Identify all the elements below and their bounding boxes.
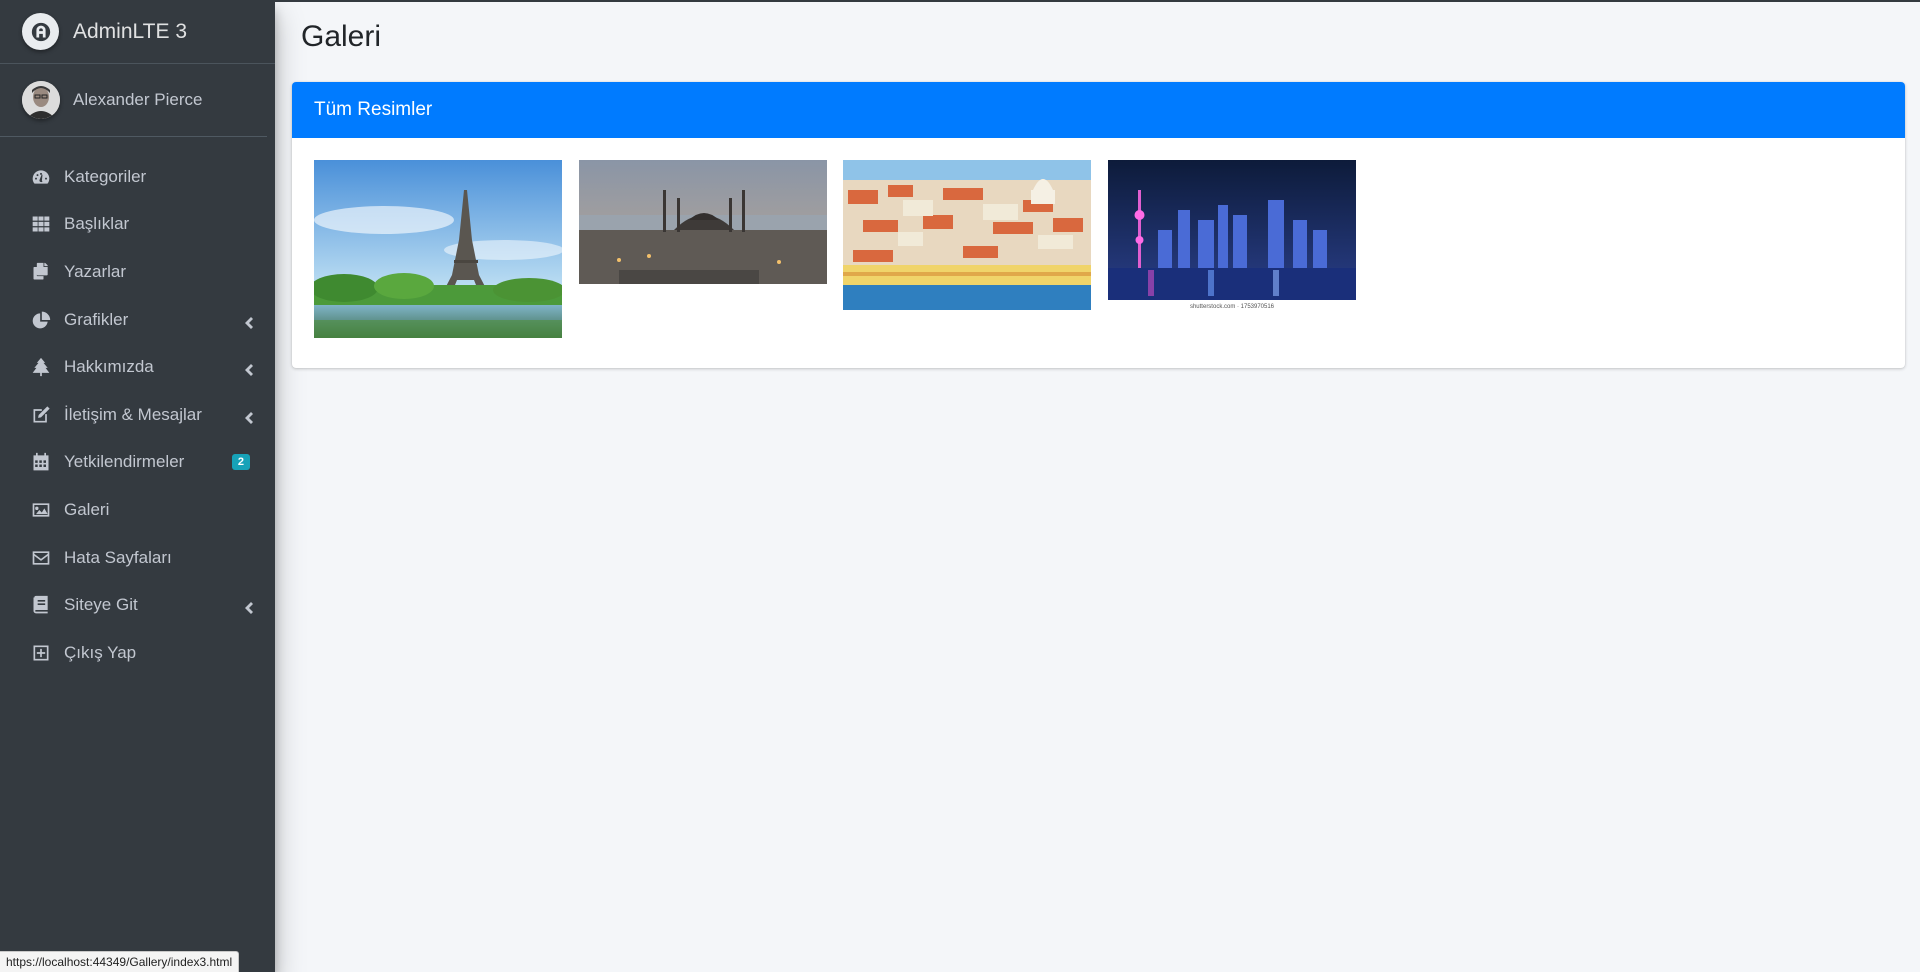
sidebar-item-label: Siteye Git [64, 595, 138, 615]
sidebar-item-label: Galeri [64, 499, 110, 519]
sidebar-item-label: Başlıklar [64, 214, 130, 234]
gallery-photo-eiffel-tower[interactable] [314, 160, 562, 338]
chevron-left-icon[interactable] [243, 314, 253, 329]
sidebar-item-label: Çıkış Yap [64, 642, 137, 662]
page-title: Galeri [301, 20, 382, 53]
sidebar-item-yazarlar[interactable]: Yazarlar [0, 248, 275, 296]
sidebar-item-grafikler[interactable]: Grafikler [0, 296, 275, 344]
image-icon [30, 499, 52, 521]
user-name: Alexander Pierce [73, 90, 203, 109]
sidebar-item-hata-sayfalari[interactable]: Hata Sayfaları [0, 534, 275, 582]
sidebar-item-label: Hakkımızda [64, 357, 154, 377]
sidebar-item-label: Yazarlar [64, 261, 127, 281]
sidebar-item-siteye-git[interactable]: Siteye Git [0, 581, 275, 629]
content-wrapper: Galeri Tüm Resimler shutterstock.com · 1… [275, 2, 1920, 972]
sidebar-item-hakkimizda[interactable]: Hakkımızda [0, 343, 275, 391]
sidebar-item-label: Yetkilendirmeler [64, 452, 185, 472]
status-bar-url: https://localhost:44349/Gallery/index3.h… [0, 951, 240, 972]
tachometer-icon [30, 166, 52, 188]
sidebar-item-label: Kategoriler [64, 166, 147, 186]
brand-logo-icon [22, 13, 59, 50]
gallery-photo-istanbul-mosque[interactable] [579, 160, 827, 284]
plus-square-icon [30, 642, 52, 664]
chevron-left-icon[interactable] [243, 409, 253, 424]
sidebar-item-label: Grafikler [64, 309, 129, 329]
gallery-photo-shanghai-night[interactable]: shutterstock.com · 1753970516 [1108, 160, 1356, 310]
gallery-card: Tüm Resimler shutterstock.com · 17539705… [292, 82, 1905, 368]
sidebar-item-basliklar[interactable]: Başlıklar [0, 201, 275, 249]
brand-text: AdminLTE 3 [73, 19, 187, 43]
brand-link[interactable]: AdminLTE 3 [0, 0, 275, 64]
sidebar-item-label: İletişim & Mesajlar [64, 404, 202, 424]
sidebar-item-yetkilendirmeler[interactable]: Yetkilendirmeler 2 [0, 439, 275, 487]
card-title: Tüm Resimler [314, 99, 433, 120]
photo-watermark: shutterstock.com · 1753970516 [1190, 304, 1275, 310]
pie-chart-icon [30, 309, 52, 331]
tree-icon [30, 356, 52, 378]
sidebar-item-iletisim-mesajlar[interactable]: İletişim & Mesajlar [0, 391, 275, 439]
edit-icon [30, 404, 52, 426]
user-panel[interactable]: Alexander Pierce [0, 64, 267, 137]
copy-icon [30, 261, 52, 283]
chevron-left-icon[interactable] [243, 361, 253, 377]
calendar-icon [30, 451, 52, 473]
gallery-grid: shutterstock.com · 1753970516 [292, 138, 1905, 368]
avatar [22, 81, 60, 119]
sidebar-nav: Kategoriler Başlıklar Yazarlar Grafikler… [0, 137, 275, 677]
envelope-icon [30, 547, 52, 569]
grid-icon [30, 213, 52, 235]
gallery-photo-lisbon-city[interactable] [843, 160, 1091, 310]
status-badge: 2 [231, 454, 250, 471]
window-top-border [0, 0, 1920, 2]
card-header: Tüm Resimler [292, 82, 1905, 138]
chevron-left-icon[interactable] [243, 599, 253, 615]
sidebar-item-galeri[interactable]: Galeri [0, 486, 275, 534]
main-sidebar: AdminLTE 3 Alexander Pierce Kategoriler … [0, 0, 275, 972]
book-icon [30, 594, 52, 616]
sidebar-item-kategoriler[interactable]: Kategoriler [0, 153, 275, 201]
sidebar-item-label: Hata Sayfaları [64, 547, 172, 567]
sidebar-item-cikis-yap[interactable]: Çıkış Yap [0, 629, 275, 677]
